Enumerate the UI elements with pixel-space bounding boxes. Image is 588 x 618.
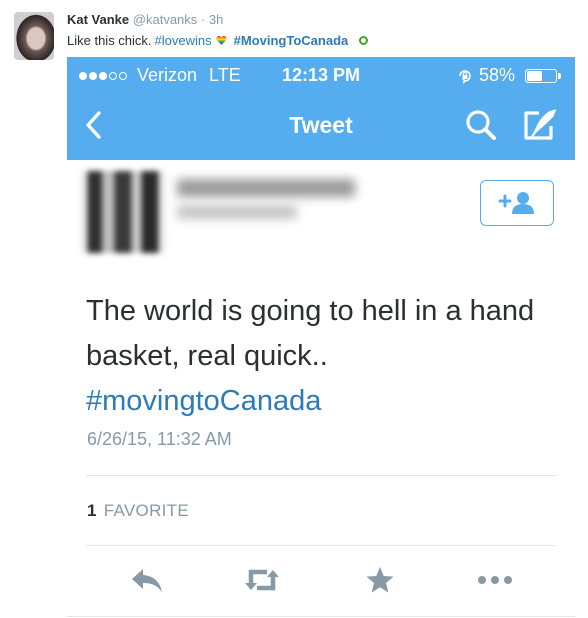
tweet-text-prefix: Like this chick. [67, 33, 152, 48]
battery-percent: 58% [478, 65, 515, 85]
nav-bar: Verizon LTE 12:13 PM 58% Tweet [67, 57, 575, 160]
tweet-time[interactable]: 3h [209, 12, 223, 27]
embedded-tweet-body: The world is going to hell in a hand bas… [86, 295, 535, 372]
divider [86, 475, 556, 476]
reply-button[interactable] [127, 562, 167, 598]
more-icon [478, 576, 512, 584]
follow-icon [498, 192, 534, 214]
favorite-count[interactable]: 1 FAVORITE [87, 501, 189, 521]
divider [86, 545, 556, 546]
retweet-icon [245, 569, 279, 591]
tweet-text: Like this chick. #lovewins #MovingToCana… [67, 33, 369, 48]
more-button[interactable] [475, 562, 515, 598]
favorite-number: 1 [87, 501, 97, 520]
follow-button[interactable] [480, 180, 554, 226]
blurred-name [177, 179, 355, 197]
avatar[interactable] [14, 12, 54, 60]
orientation-lock-icon [459, 69, 471, 84]
rainbow-heart-icon [215, 36, 227, 45]
retweet-button[interactable] [242, 562, 282, 598]
favorite-label: FAVORITE [103, 501, 190, 520]
embedded-screenshot[interactable]: Verizon LTE 12:13 PM 58% Tweet The world… [67, 57, 575, 617]
compose-icon[interactable] [521, 107, 559, 143]
embedded-tweet-text: The world is going to hell in a hand bas… [86, 289, 556, 424]
status-right: 58% [457, 65, 561, 86]
favorite-icon [366, 567, 394, 593]
hashtag-movingtocanada[interactable]: #MovingToCanada [234, 33, 349, 48]
battery-icon [525, 68, 561, 83]
divider [67, 616, 575, 617]
tweet-separator: · [197, 12, 209, 27]
author-name[interactable]: Kat Vanke [67, 12, 129, 27]
green-circle-icon [359, 36, 369, 45]
hashtag-lovewins[interactable]: #lovewins [155, 33, 212, 48]
reply-icon [132, 569, 162, 592]
status-bar: Verizon LTE 12:13 PM 58% [67, 57, 575, 91]
author-handle[interactable]: @katvanks [133, 12, 198, 27]
blurred-handle [177, 205, 297, 219]
hashtag-link[interactable]: #movingtoCanada [86, 379, 556, 424]
tweet-date: 6/26/15, 11:32 AM [87, 429, 232, 449]
blurred-avatar[interactable] [81, 171, 165, 253]
favorite-button[interactable] [360, 562, 400, 598]
tweet-author: Kat Vanke @katvanks · 3h [67, 12, 223, 27]
search-icon[interactable] [463, 107, 499, 143]
